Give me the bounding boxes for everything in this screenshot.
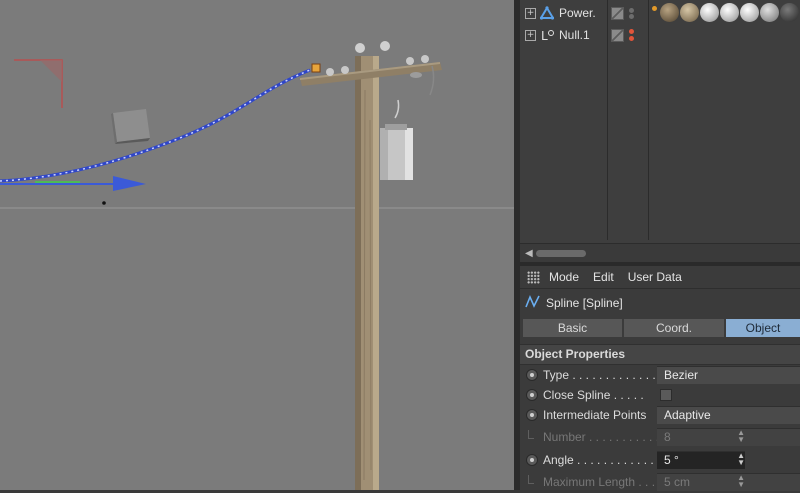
horizontal-scrollbar[interactable]: ◀ xyxy=(520,243,800,263)
intermediate-points-dropdown[interactable]: Adaptive xyxy=(657,406,800,424)
disabled-hook-icon xyxy=(528,475,534,484)
menu-edit[interactable]: Edit xyxy=(593,270,614,284)
section-header: Object Properties xyxy=(520,344,800,365)
property-label: Intermediate Points xyxy=(543,408,647,422)
scroll-left-icon[interactable]: ◀ xyxy=(525,248,533,259)
number-field[interactable]: 8 xyxy=(657,428,800,446)
attribute-manager: Mode Edit User Data Spline [Spline] Basi… xyxy=(520,266,800,493)
origin-point xyxy=(102,201,106,205)
display-tag-icon[interactable] xyxy=(611,7,624,20)
property-label: Type . . . . . . . . . . . . . . xyxy=(543,368,663,382)
silver-material-icon[interactable] xyxy=(720,3,739,22)
animate-radio-icon[interactable] xyxy=(526,369,538,381)
property-type: Type . . . . . . . . . . . . . . Bezier xyxy=(520,366,800,386)
angle-field[interactable]: 5 ° xyxy=(657,451,745,469)
view-frame-corner xyxy=(14,59,63,108)
property-maximum-length: Maximum Length . . . 5 cm ▲ ▼ xyxy=(520,473,800,493)
silver-material-icon[interactable] xyxy=(760,3,779,22)
property-intermediate-points: Intermediate Points Adaptive xyxy=(520,406,800,426)
editor-visibility-dot[interactable] xyxy=(629,8,634,13)
animate-radio-icon[interactable] xyxy=(526,389,538,401)
bronze-material-icon[interactable] xyxy=(680,3,699,22)
object-manager: + Power. + L Null.1 xyxy=(520,0,800,262)
scroll-thumb[interactable] xyxy=(536,250,586,257)
display-tag-icon[interactable] xyxy=(611,29,624,42)
render-visibility-dot[interactable] xyxy=(629,14,634,19)
svg-text:L: L xyxy=(541,29,548,42)
expand-icon[interactable]: + xyxy=(525,7,536,19)
property-label: Angle . . . . . . . . . . . . . xyxy=(543,453,661,467)
render-visibility-dot[interactable] xyxy=(629,36,634,41)
property-number: Number . . . . . . . . . . . 8 ▲ ▼ xyxy=(520,428,800,448)
animate-radio-icon[interactable] xyxy=(526,409,538,421)
tab-basic[interactable]: Basic xyxy=(523,319,624,337)
silver-material-icon[interactable] xyxy=(700,3,719,22)
object-name: Null.1 xyxy=(559,28,590,42)
3d-viewport[interactable] xyxy=(0,0,514,490)
triangle-object-icon xyxy=(539,5,555,21)
property-label: Number . . . . . . . . . . . xyxy=(543,430,660,444)
editor-visibility-dot[interactable] xyxy=(629,29,634,34)
object-row-null[interactable]: + L Null.1 xyxy=(520,24,648,46)
tab-bar: Basic Coord. Object xyxy=(523,319,800,337)
column-separator xyxy=(648,0,649,240)
object-name: Power. xyxy=(559,6,596,20)
null-object-icon: L xyxy=(539,27,555,43)
type-dropdown[interactable]: Bezier xyxy=(657,366,800,384)
close-spline-checkbox[interactable] xyxy=(660,389,672,401)
expand-icon[interactable]: + xyxy=(525,29,536,41)
orange-material-icon[interactable] xyxy=(652,6,657,11)
property-close-spline: Close Spline . . . . . xyxy=(520,386,800,406)
animate-radio-icon[interactable] xyxy=(526,454,538,466)
stepper-icon[interactable]: ▲ ▼ xyxy=(737,452,745,467)
object-title: Spline [Spline] xyxy=(546,296,623,310)
property-angle: Angle . . . . . . . . . . . . . 5 ° ▲ ▼ xyxy=(520,451,800,471)
section-title: Object Properties xyxy=(525,347,626,361)
spline-curve[interactable] xyxy=(0,68,311,183)
object-row-power[interactable]: + Power. xyxy=(520,2,648,24)
object-title-row: Spline [Spline] xyxy=(520,293,623,313)
dark-material-icon[interactable] xyxy=(780,3,799,22)
attribute-menubar: Mode Edit User Data xyxy=(520,266,800,289)
property-label: Maximum Length . . . xyxy=(543,475,656,489)
cube-object[interactable] xyxy=(111,109,150,144)
utility-pole[interactable] xyxy=(300,41,442,490)
disabled-hook-icon xyxy=(528,430,534,439)
dark-bronze-material-icon[interactable] xyxy=(660,3,679,22)
grid-icon[interactable] xyxy=(527,270,540,284)
tab-object[interactable]: Object xyxy=(726,319,800,337)
property-label: Close Spline . . . . . xyxy=(543,388,644,402)
stepper-icon[interactable]: ▲ ▼ xyxy=(737,474,745,489)
menu-mode[interactable]: Mode xyxy=(549,270,579,284)
maximum-length-field[interactable]: 5 cm xyxy=(657,473,800,491)
spline-icon xyxy=(525,294,541,313)
silver-material-icon[interactable] xyxy=(740,3,759,22)
tab-coord[interactable]: Coord. xyxy=(624,319,726,337)
menu-user-data[interactable]: User Data xyxy=(628,270,682,284)
stepper-icon[interactable]: ▲ ▼ xyxy=(737,429,745,444)
